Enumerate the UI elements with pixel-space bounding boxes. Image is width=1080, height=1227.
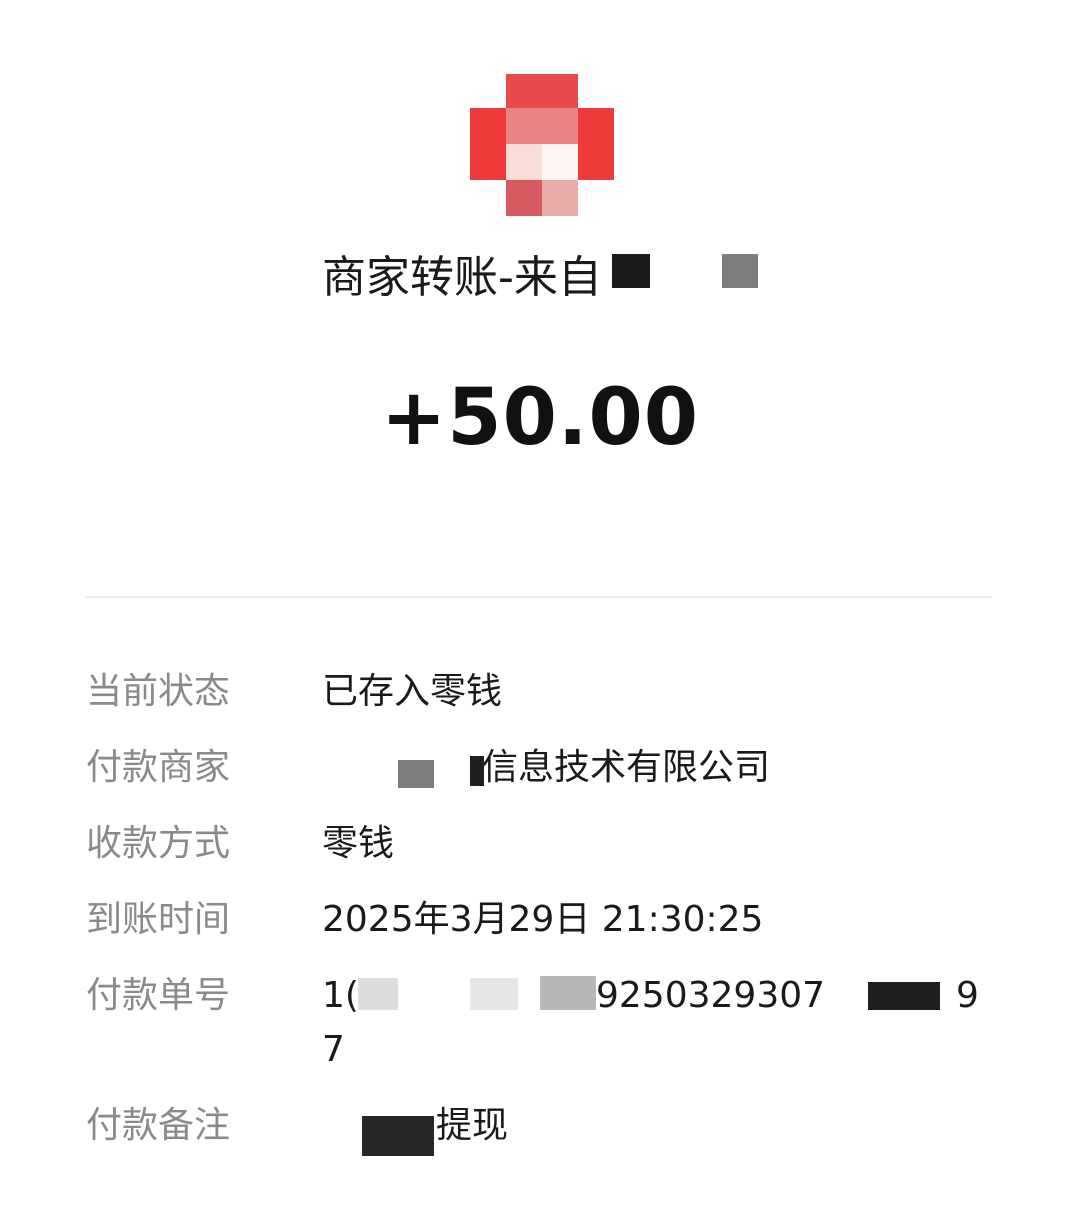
section-divider (86, 596, 992, 598)
redaction-block (362, 1116, 434, 1156)
method-label: 收款方式 (86, 823, 231, 864)
redaction-block (612, 254, 650, 288)
remark-label: 付款备注 (86, 1105, 231, 1146)
transfer-title: 商家转账-来自 (322, 248, 602, 308)
arrival-time-label: 到账时间 (86, 899, 231, 940)
avatar-mosaic-tile (542, 144, 578, 180)
method-value: 零钱 (322, 823, 395, 864)
redaction-block (540, 976, 596, 1010)
redaction-block (358, 978, 398, 1010)
avatar-mosaic-tile (542, 180, 578, 216)
redaction-block (868, 982, 940, 1010)
avatar-mosaic-tile (578, 108, 614, 180)
avatar-mosaic-tile (506, 144, 542, 180)
order-number-middle: 9250329307 (596, 975, 826, 1016)
redaction-block (398, 760, 434, 788)
order-number-line2: 7 (322, 1029, 345, 1070)
status-value: 已存入零钱 (322, 671, 503, 712)
payer-label: 付款商家 (86, 747, 231, 788)
status-label: 当前状态 (86, 671, 231, 712)
transfer-title-text: 商家转账-来自 (322, 252, 602, 303)
merchant-avatar-icon (470, 74, 614, 216)
payer-value: 信息技术有限公司 (482, 747, 771, 788)
redaction-block (722, 254, 758, 288)
order-number-label: 付款单号 (86, 975, 231, 1016)
arrival-time-value: 2025年3月29日 21:30:25 (322, 899, 764, 940)
order-number-end: 9 (956, 975, 979, 1016)
avatar-mosaic-tile (470, 108, 506, 180)
avatar-mosaic-tile (506, 74, 578, 110)
avatar-mosaic-tile (506, 180, 542, 216)
order-number-prefix: 1( (322, 975, 359, 1016)
transfer-amount: +50.00 (380, 373, 700, 463)
redaction-block (470, 978, 518, 1010)
avatar-mosaic-tile (506, 108, 578, 144)
remark-value: 提现 (436, 1105, 509, 1146)
